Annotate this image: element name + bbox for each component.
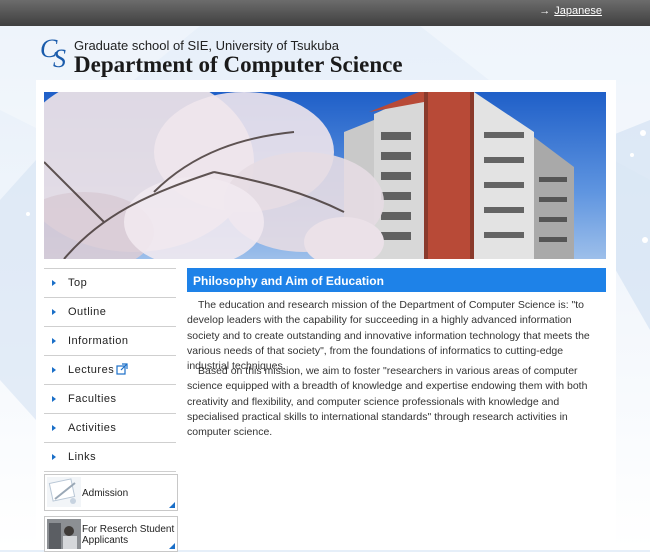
nav-item-faculties[interactable]: Faculties — [44, 384, 176, 413]
bullet-triangle-icon — [52, 367, 56, 373]
top-bar: → Japanese — [0, 0, 650, 26]
nav-item-activities[interactable]: Activities — [44, 413, 176, 442]
arrow-right-icon: → — [539, 5, 551, 17]
cs-logo[interactable]: C S — [40, 34, 74, 73]
site-title[interactable]: Department of Computer Science — [74, 52, 403, 78]
section-heading: Philosophy and Aim of Education — [187, 268, 606, 292]
hero-image — [44, 92, 606, 259]
external-link-icon — [116, 363, 128, 375]
paragraph-mission: The education and research mission of th… — [187, 298, 602, 374]
nav-item-lectures[interactable]: Lectures — [44, 355, 176, 384]
site-subtitle: Graduate school of SIE, University of Ts… — [74, 38, 339, 53]
nav-item-information[interactable]: Information — [44, 326, 176, 355]
corner-arrow-icon — [169, 543, 175, 549]
site-header: C S Graduate school of SIE, University o… — [40, 34, 440, 78]
japanese-language-link[interactable]: → Japanese — [539, 5, 602, 17]
bullet-triangle-icon — [52, 454, 56, 460]
nav-item-label: Information — [68, 335, 129, 347]
side-navigation: Top Outline Information Lectures Faculti… — [44, 268, 176, 472]
research-student-banner[interactable]: For Reserch Student Applicants — [44, 516, 178, 552]
paragraph-mission-text: The education and research mission of th… — [187, 299, 590, 373]
admission-thumbnail — [47, 477, 81, 507]
bullet-triangle-icon — [52, 280, 56, 286]
research-student-label: For Reserch Student Applicants — [82, 524, 174, 546]
nav-item-outline[interactable]: Outline — [44, 297, 176, 326]
paragraph-aim-text: Based on this mission, we aim to foster … — [187, 365, 588, 439]
research-student-label-line1: For Reserch Student — [82, 524, 175, 535]
nav-item-label: Top — [68, 277, 88, 289]
hero-illustration — [44, 92, 574, 259]
nav-item-label: Lectures — [68, 364, 115, 376]
bullet-triangle-icon — [52, 309, 56, 315]
logo-letter-s: S — [53, 44, 66, 73]
nav-item-label: Links — [68, 451, 97, 463]
nav-item-top[interactable]: Top — [44, 268, 176, 297]
corner-arrow-icon — [169, 502, 175, 508]
research-student-label-line2: Applicants — [82, 535, 129, 546]
bullet-triangle-icon — [52, 396, 56, 402]
admission-banner[interactable]: Admission — [44, 474, 178, 511]
bullet-triangle-icon — [52, 425, 56, 431]
paragraph-aim: Based on this mission, we aim to foster … — [187, 364, 602, 440]
section-heading-text: Philosophy and Aim of Education — [193, 274, 384, 288]
bullet-triangle-icon — [52, 338, 56, 344]
nav-item-label: Faculties — [68, 393, 117, 405]
japanese-link-label: Japanese — [554, 5, 602, 17]
nav-item-links[interactable]: Links — [44, 442, 176, 472]
nav-item-label: Activities — [68, 422, 117, 434]
admission-label: Admission — [82, 488, 129, 499]
research-student-thumbnail — [47, 519, 81, 549]
nav-item-label: Outline — [68, 306, 107, 318]
